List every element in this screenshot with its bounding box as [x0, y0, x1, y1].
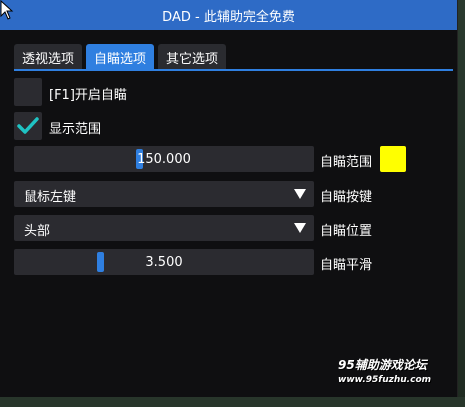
aim-position-value: 头部: [24, 224, 51, 239]
mouse-cursor-icon: [0, 0, 14, 20]
aim-key-value: 鼠标左键: [24, 190, 77, 205]
aim-range-label: 自瞄范围: [320, 155, 373, 170]
chevron-down-icon: [294, 223, 306, 233]
aim-range-color-swatch[interactable]: [380, 146, 406, 172]
aim-smooth-label: 自瞄平滑: [320, 258, 373, 273]
aimbot-window: DAD - 此辅助完全免费 透视选项 自瞄选项 其它选项 [F1]开启自瞄 显示…: [0, 0, 458, 397]
watermark: 95辅助游戏论坛 www.95fuzhu.com: [338, 356, 462, 385]
tab-other[interactable]: 其它选项: [158, 44, 227, 70]
window-title: DAD - 此辅助完全免费: [162, 9, 295, 25]
show-range-checkbox[interactable]: [14, 112, 42, 140]
watermark-title: 95辅助游戏论坛: [338, 358, 427, 372]
tab-aimbot[interactable]: 自瞄选项: [86, 44, 155, 70]
checkmark-icon: [17, 117, 39, 134]
aim-key-dropdown[interactable]: 鼠标左键: [14, 181, 314, 207]
tab-underline: [14, 69, 453, 71]
desktop-background: [457, 0, 465, 407]
watermark-url: www.95fuzhu.com: [338, 375, 432, 385]
aim-key-label: 自瞄按键: [320, 190, 373, 205]
enable-aimbot-checkbox[interactable]: [14, 78, 42, 106]
tab-bar: 透视选项 自瞄选项 其它选项: [14, 44, 230, 70]
desktop-background-bottom: [0, 397, 465, 407]
enable-aimbot-label: [F1]开启自瞄: [49, 88, 127, 103]
aim-position-dropdown[interactable]: 头部: [14, 215, 314, 241]
aim-smooth-value: 3.500: [145, 254, 183, 270]
aim-range-slider[interactable]: 150.000: [14, 146, 314, 172]
aim-position-label: 自瞄位置: [320, 224, 373, 239]
title-bar[interactable]: DAD - 此辅助完全免费: [0, 0, 457, 30]
aim-range-value: 150.000: [137, 151, 191, 167]
tab-visuals[interactable]: 透视选项: [14, 44, 83, 70]
chevron-down-icon: [294, 189, 306, 199]
show-range-label: 显示范围: [49, 122, 102, 137]
aim-smooth-slider[interactable]: 3.500: [14, 249, 314, 275]
